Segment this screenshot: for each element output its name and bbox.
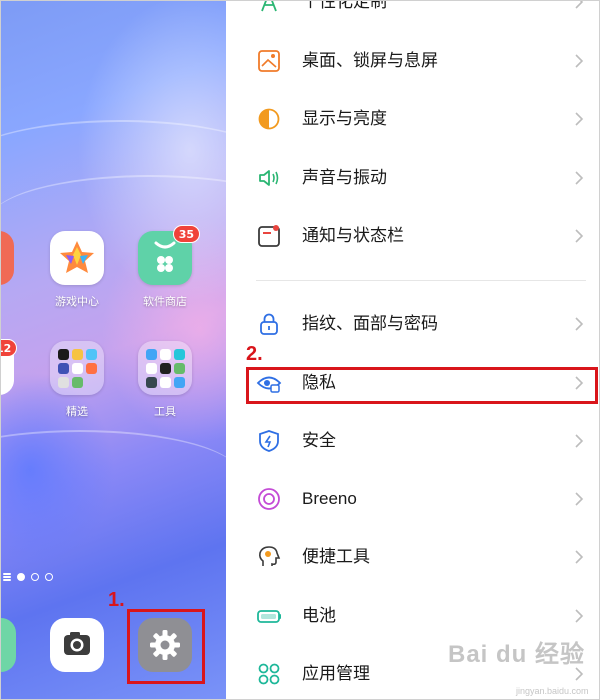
settings-item-breeno[interactable]: Breeno (226, 470, 600, 528)
phone-app-icon[interactable] (0, 618, 16, 672)
app-game-center[interactable]: 游戏中心 (50, 231, 104, 309)
wallpaper-wave (0, 430, 226, 520)
wallpaper-wave (0, 175, 226, 265)
watermark-logo: Bai du 经验 (448, 641, 586, 668)
settings-item-label: 桌面、锁屏与息屏 (302, 51, 438, 71)
settings-item-security[interactable]: 安全 (226, 412, 600, 470)
settings-item-notifications[interactable]: 通知与状态栏 (226, 207, 600, 265)
battery-icon (256, 603, 282, 629)
folder-icon (50, 341, 104, 395)
chevron-right-icon (570, 607, 588, 625)
settings-item-label: 个性化定制 (302, 0, 387, 12)
settings-item-personalize[interactable]: 个性化定制 (226, 0, 600, 31)
settings-item-label: 安全 (302, 431, 336, 451)
folder-tools[interactable]: 工具 (138, 341, 192, 419)
settings-item-wallpaper[interactable]: 桌面、锁屏与息屏 (226, 32, 600, 90)
app-label: 软件商店 (143, 295, 187, 308)
tools-icon (256, 544, 282, 570)
chevron-right-icon (570, 110, 588, 128)
step-2-highlight (246, 367, 598, 404)
app-label: 工具 (154, 405, 176, 418)
partial-app-tile[interactable]: 12 (0, 339, 18, 395)
chevron-right-icon (570, 490, 588, 508)
lock-icon (256, 311, 282, 337)
settings-item-label: 电池 (302, 606, 336, 626)
page-dot (45, 573, 53, 581)
display-icon (256, 106, 282, 132)
chevron-right-icon (570, 548, 588, 566)
step-1-label: 1. (108, 589, 125, 611)
settings-item-label: 应用管理 (302, 664, 370, 684)
chevron-right-icon (570, 52, 588, 70)
settings-item-sound[interactable]: 声音与振动 (226, 149, 600, 207)
settings-item-tools[interactable]: 便捷工具 (226, 528, 600, 586)
game-center-icon (50, 231, 104, 285)
page-dot (17, 573, 25, 581)
page-dot (31, 573, 39, 581)
chevron-right-icon (570, 432, 588, 450)
camera-icon[interactable] (50, 618, 104, 672)
notification-icon (256, 223, 282, 249)
folder-icon (138, 341, 192, 395)
app-label: 游戏中心 (55, 295, 99, 308)
personalize-icon (256, 0, 282, 15)
notification-badge: 35 (172, 225, 200, 243)
settings-item-label: 便捷工具 (302, 547, 370, 567)
page-indicator[interactable] (3, 573, 53, 581)
settings-item-label: 显示与亮度 (302, 109, 387, 129)
notification-badge: 12 (0, 339, 18, 357)
settings-item-label: Breeno (302, 489, 357, 508)
settings-item-label: 指纹、面部与密码 (302, 314, 438, 334)
breeno-icon (256, 486, 282, 512)
settings-item-label: 通知与状态栏 (302, 226, 404, 246)
app-store[interactable]: 35 软件商店 (138, 225, 200, 309)
chevron-right-icon (570, 315, 588, 333)
settings-item-label: 声音与振动 (302, 168, 387, 188)
settings-item-display[interactable]: 显示与亮度 (226, 90, 600, 148)
step-2-label: 2. (246, 343, 263, 365)
sound-icon (256, 165, 282, 191)
settings-item-biometrics[interactable]: 指纹、面部与密码 (226, 295, 600, 353)
chevron-right-icon (570, 169, 588, 187)
shield-icon (256, 428, 282, 454)
watermark-url: jingyan.baidu.com (516, 686, 589, 696)
partial-app-tile[interactable] (0, 231, 14, 285)
step-1-highlight (127, 609, 205, 684)
chevron-right-icon (570, 227, 588, 245)
app-drawer-icon (3, 573, 11, 581)
section-divider (256, 280, 586, 281)
apps-icon (256, 661, 282, 687)
store-icon: 35 (138, 225, 200, 285)
folder-featured[interactable]: 精选 (50, 341, 104, 419)
wallpaper-icon (256, 48, 282, 74)
app-label: 精选 (66, 405, 88, 418)
settings-list: 个性化定制 桌面、锁屏与息屏 显示与亮度 声音与振动 通知与状态栏 指纹、面部与… (226, 0, 600, 700)
chevron-right-icon (570, 0, 588, 11)
